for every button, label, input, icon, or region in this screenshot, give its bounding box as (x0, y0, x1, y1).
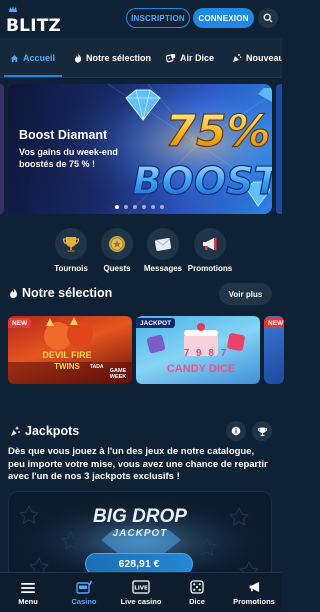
nav-label: Promotions (233, 597, 275, 606)
nav-live-casino[interactable]: LIVE Live casino (113, 573, 169, 612)
game-provider: TADA (90, 364, 104, 370)
jackpot-badge: JACKPOT (136, 318, 176, 328)
quick-link-circle (101, 228, 133, 260)
tab-label: Air Dice (180, 53, 215, 63)
quick-link-label: Quests (103, 264, 131, 273)
game-week-tag: GAME WEEK (109, 368, 127, 380)
megaphone-icon (203, 237, 217, 251)
previous-slide-peek[interactable] (0, 84, 4, 214)
dice-icon (166, 53, 176, 63)
logo[interactable]: BLITZ (6, 4, 62, 36)
quick-link-tournois[interactable]: Tournois (47, 228, 95, 273)
tab-accueil[interactable]: Accueil (10, 38, 56, 77)
jackpot-card-subtitle: JACKPOT (112, 528, 168, 539)
new-badge: NEW (8, 318, 32, 328)
envelope-icon (154, 238, 172, 251)
banner-subtitle: Vos gains du week-end boostés de 75 % ! (19, 147, 118, 169)
carousel-dot[interactable] (142, 205, 146, 209)
trophy-icon (257, 427, 267, 436)
carousel-dot[interactable] (115, 205, 119, 209)
search-button[interactable] (258, 8, 278, 28)
section-title-selection: Notre sélection (9, 286, 112, 300)
casino-icon (56, 573, 112, 595)
section-title-text: Notre sélection (22, 286, 113, 300)
game-title: CANDY DICE (166, 363, 236, 375)
flame-icon (74, 53, 82, 63)
jackpot-trophy-button[interactable] (252, 421, 272, 441)
trophy-icon (62, 237, 80, 252)
search-icon (263, 13, 273, 23)
home-icon (10, 54, 19, 63)
quick-link-label: Promotions (187, 264, 233, 273)
jackpot-description: Dès que vous jouez à l'un des jeux de no… (8, 446, 268, 482)
quick-link-quests[interactable]: Quests (93, 228, 141, 273)
game-dice-numbers: 7 9 8 7 (183, 348, 229, 359)
carousel-dot[interactable] (151, 205, 155, 209)
nav-label: Menu (18, 597, 38, 606)
quick-link-promotions[interactable]: Promotions (186, 228, 234, 273)
live-icon: LIVE (113, 573, 169, 595)
carousel-dot[interactable] (160, 205, 164, 209)
sparkles-icon (9, 425, 21, 437)
login-button[interactable]: CONNEXION (193, 8, 254, 28)
nav-label: Live casino (120, 597, 162, 606)
carousel-dots (115, 205, 164, 209)
tab-label: Notre sélection (86, 53, 152, 63)
quick-link-messages[interactable]: Messages (139, 228, 187, 273)
quick-link-label: Tournois (54, 264, 88, 273)
header: BLITZ INSCRIPTION CONNEXION (0, 0, 282, 38)
game-card-partial[interactable]: NEW (264, 316, 284, 384)
svg-text:75%: 75% (165, 106, 270, 157)
quick-link-circle (194, 228, 226, 260)
logo-text: BLITZ (6, 16, 62, 36)
jackpot-card-title: BIG DROP (93, 506, 187, 527)
nav-menu[interactable]: Menu (0, 573, 56, 612)
svg-text:BOOST: BOOST (133, 159, 272, 203)
new-badge: NEW (264, 318, 284, 328)
menu-icon (0, 573, 56, 595)
category-tabs: Accueil Notre sélection Air Dice Nouveau (0, 38, 282, 78)
new-icon (232, 53, 242, 63)
tab-label: Nouveau (246, 53, 282, 63)
jackpot-info-button[interactable] (226, 421, 246, 441)
nav-casino[interactable]: Casino (56, 573, 112, 612)
tab-label: Accueil (23, 53, 56, 63)
big-drop-jackpot-card[interactable]: BIG DROP JACKPOT 628,91 € (8, 491, 272, 581)
carousel-dot[interactable] (124, 205, 128, 209)
nav-promotions[interactable]: Promotions (226, 573, 282, 612)
tab-notre-selection[interactable]: Notre sélection (74, 38, 152, 77)
banner-title: Boost Diamant (19, 128, 108, 142)
nav-dice[interactable]: Dice (169, 573, 225, 612)
signup-button[interactable]: INSCRIPTION (126, 8, 190, 28)
megaphone-icon (226, 573, 282, 595)
see-more-button[interactable]: Voir plus (219, 283, 272, 305)
quick-link-circle (55, 228, 87, 260)
game-title-line: DEVIL FIRE (42, 350, 92, 360)
info-icon (231, 426, 241, 436)
crown-icon (9, 6, 17, 12)
active-tab-indicator (4, 75, 62, 77)
carousel-dot[interactable] (133, 205, 137, 209)
svg-text:LIVE: LIVE (134, 586, 148, 592)
next-slide-peek[interactable] (276, 84, 282, 214)
quick-link-circle (147, 228, 179, 260)
quick-link-label: Messages (143, 264, 183, 273)
tab-nouveau[interactable]: Nouveau (232, 38, 282, 77)
dice-icon (169, 573, 225, 595)
game-card-devil-fire-twins[interactable]: NEW DEVIL FIRE TWINS TADA GAME WEEK (8, 316, 132, 384)
nav-label: Dice (189, 597, 205, 606)
nav-label: Casino (71, 597, 97, 606)
flame-icon (9, 287, 18, 299)
section-title-jackpots: Jackpots (9, 424, 79, 438)
medal-icon (109, 236, 125, 252)
section-title-text: Jackpots (25, 424, 80, 438)
tab-air-dice[interactable]: Air Dice (166, 38, 215, 77)
bottom-navigation: Menu Casino LIVE Live casino Dice Promot… (0, 572, 282, 612)
game-card-candy-dice[interactable]: JACKPOT 7 9 8 7 CANDY DICE (136, 316, 260, 384)
promo-banner[interactable]: 75% BOOST Boost Diamant Vos gains du wee… (8, 84, 272, 214)
